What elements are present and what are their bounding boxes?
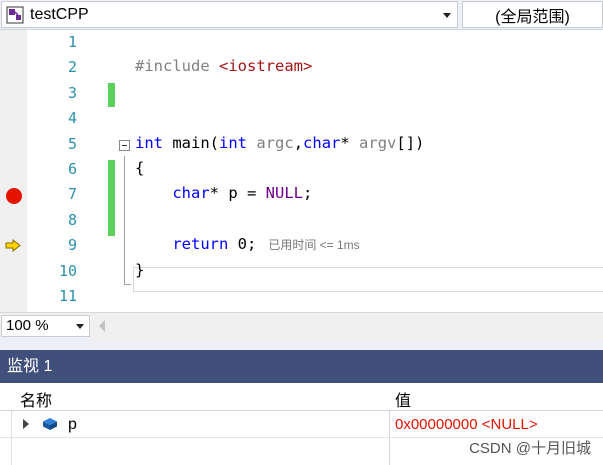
line-number: 11 xyxy=(58,287,77,305)
scope-label: (全局范围) xyxy=(495,8,570,26)
keyword: char xyxy=(303,133,341,152)
code-line-5: 5 int main(int argc,char* argv[]) xyxy=(0,132,603,157)
navigation-bar: testCPP (全局范围) xyxy=(0,0,603,30)
variable-value[interactable]: 0x00000000 <NULL> xyxy=(395,416,538,433)
punctuation: * xyxy=(340,133,350,152)
code-line-10: 10 } xyxy=(0,259,603,284)
parameter: argv xyxy=(359,133,397,152)
project-dropdown[interactable]: testCPP xyxy=(1,1,458,28)
include-directive: #include xyxy=(135,57,210,76)
watch-row[interactable]: p 0x00000000 <NULL> xyxy=(0,412,603,438)
code-line-2: 2 #include <iostream> xyxy=(0,55,603,80)
scroll-left-icon[interactable] xyxy=(99,320,105,332)
line-number: 6 xyxy=(67,160,77,178)
code-text[interactable]: { xyxy=(135,159,144,177)
column-header-name[interactable]: 名称 xyxy=(20,387,52,411)
line-number: 3 xyxy=(67,83,77,102)
keyword: int xyxy=(219,133,248,152)
watch-window-title[interactable]: 监视 1 xyxy=(0,350,603,383)
keyword: int xyxy=(135,133,163,152)
punctuation: ; xyxy=(302,184,313,203)
code-line-4: 4 xyxy=(0,106,603,131)
return-value: 0; xyxy=(228,235,257,254)
code-line-11: 11 xyxy=(0,284,603,309)
zoom-level: 100 % xyxy=(6,317,49,334)
chevron-down-icon[interactable] xyxy=(443,13,451,18)
code-text[interactable]: } xyxy=(135,261,144,279)
code-text[interactable]: char* p = NULL; xyxy=(135,184,312,202)
function-name: main( xyxy=(172,133,220,152)
macro: NULL xyxy=(265,184,303,203)
punctuation: } xyxy=(135,260,145,279)
scope-dropdown[interactable]: (全局范围) xyxy=(462,1,603,28)
variable-icon xyxy=(43,418,57,430)
code-line-8: 8 xyxy=(0,208,603,233)
include-header: <iostream> xyxy=(219,57,313,76)
parameter: argc xyxy=(256,133,294,152)
line-number: 1 xyxy=(67,33,77,51)
line-number: 2 xyxy=(67,58,77,77)
line-number: 7 xyxy=(67,185,77,204)
code-line-6: 6 { xyxy=(0,157,603,182)
line-number: 10 xyxy=(58,261,77,280)
editor-status-bar: 100 % xyxy=(0,312,603,338)
chevron-down-icon[interactable] xyxy=(76,324,84,329)
code-line-3: 3 xyxy=(0,81,603,106)
panel-splitter[interactable] xyxy=(0,338,603,350)
zoom-dropdown[interactable]: 100 % xyxy=(1,315,90,337)
keyword: return xyxy=(172,235,229,254)
watch-title-text: 监视 1 xyxy=(7,358,53,375)
code-line-1: 1 xyxy=(0,30,603,55)
elapsed-time-hint[interactable]: 已用时间 <= 1ms xyxy=(268,238,359,252)
line-number: 4 xyxy=(67,109,77,128)
watch-header: 名称 值 xyxy=(0,383,603,411)
line-number: 9 xyxy=(67,236,77,255)
punctuation: , xyxy=(293,133,304,152)
code-text[interactable]: int main(int argc,char* argv[]) xyxy=(135,134,424,152)
code-line-9: 9 return 0; 已用时间 <= 1ms xyxy=(0,233,603,258)
watermark: CSDN @十月旧城 xyxy=(469,440,591,457)
code-text[interactable]: return 0; 已用时间 <= 1ms xyxy=(135,235,359,254)
expand-arrow-icon[interactable] xyxy=(23,419,29,429)
collapse-toggle-icon[interactable] xyxy=(119,139,130,151)
project-name: testCPP xyxy=(30,5,89,23)
line-number: 8 xyxy=(67,210,77,229)
variable-name: p xyxy=(68,416,77,433)
keyword: char xyxy=(172,184,210,203)
column-header-value[interactable]: 值 xyxy=(395,387,411,411)
code-editor[interactable]: 1 2 #include <iostream> 3 4 5 int main(i… xyxy=(0,30,603,312)
code-text[interactable]: #include <iostream> xyxy=(135,57,312,75)
punctuation: { xyxy=(135,159,145,177)
line-number: 5 xyxy=(67,134,77,153)
punctuation: []) xyxy=(396,133,425,152)
project-icon xyxy=(6,6,24,24)
code-line-7: 7 char* p = NULL; xyxy=(0,182,603,207)
declaration: * p = xyxy=(209,184,266,203)
